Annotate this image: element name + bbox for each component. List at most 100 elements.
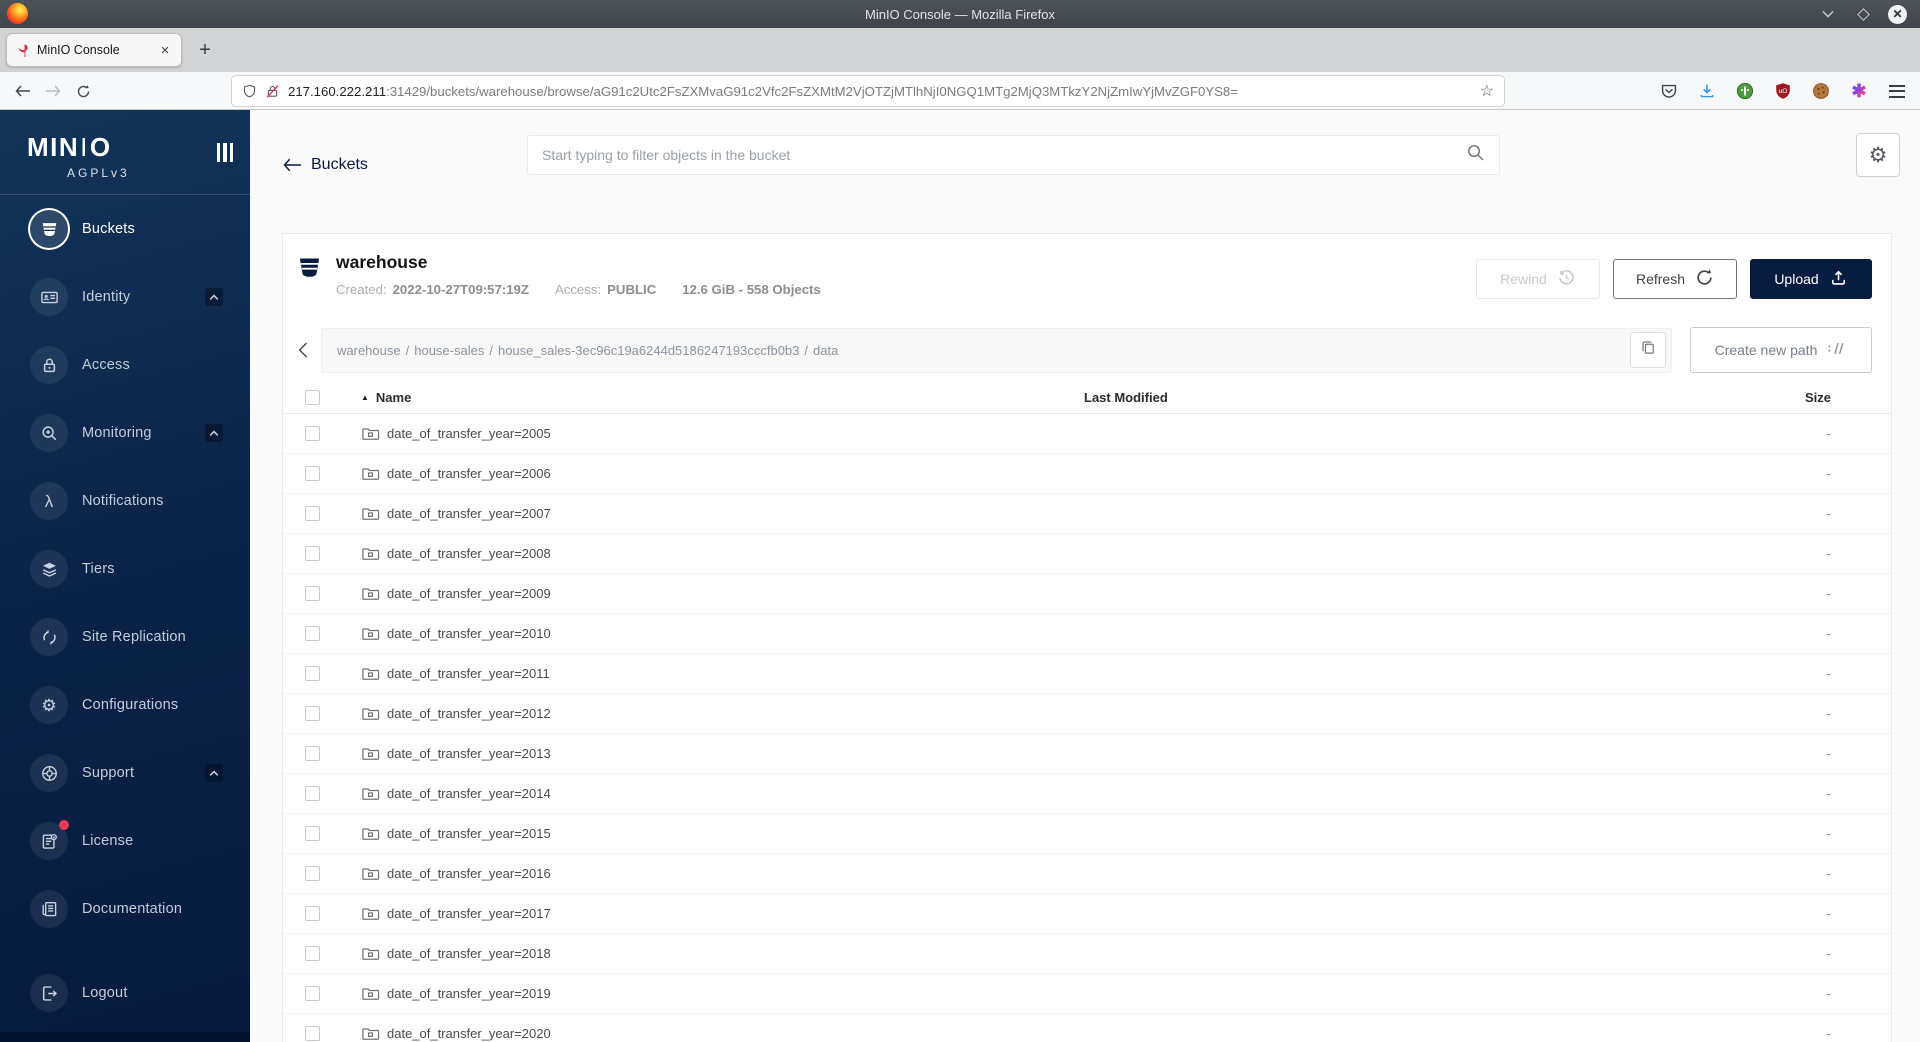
object-size: -: [1826, 986, 1831, 1001]
reload-icon[interactable]: [70, 78, 96, 104]
search-input[interactable]: [542, 147, 1466, 163]
row-checkbox[interactable]: [305, 506, 320, 521]
row-checkbox[interactable]: [305, 626, 320, 641]
row-checkbox[interactable]: [305, 746, 320, 761]
sidebar-item-site-replication[interactable]: Site Replication: [30, 618, 250, 656]
new-tab-button[interactable]: +: [192, 37, 218, 63]
row-checkbox[interactable]: [305, 906, 320, 921]
size-column-header[interactable]: Size: [1724, 390, 1891, 405]
table-row[interactable]: date_of_transfer_year=2010 -: [283, 614, 1891, 654]
sidebar-item-support[interactable]: Support: [30, 754, 250, 792]
sidebar-item-logout[interactable]: Logout: [30, 974, 250, 1012]
window-maximize-icon[interactable]: [1853, 4, 1873, 24]
sidebar-item-buckets[interactable]: Buckets: [30, 210, 250, 248]
chevron-up-icon[interactable]: [205, 424, 223, 442]
sidebar-collapse-icon[interactable]: [216, 143, 233, 162]
table-row[interactable]: date_of_transfer_year=2006 -: [283, 454, 1891, 494]
row-checkbox[interactable]: [305, 426, 320, 441]
replication-icon: [30, 618, 68, 656]
url-text[interactable]: 217.160.222.211:31429/buckets/warehouse/…: [288, 84, 1472, 99]
row-checkbox[interactable]: [305, 986, 320, 1001]
last-modified-column-header[interactable]: Last Modified: [1084, 390, 1724, 405]
logout-icon: [30, 974, 68, 1012]
row-checkbox[interactable]: [305, 1026, 320, 1041]
lock-icon: [30, 346, 68, 384]
table-row[interactable]: date_of_transfer_year=2012 -: [283, 694, 1891, 734]
breadcrumb-segment[interactable]: warehouse: [337, 343, 401, 358]
forward-icon[interactable]: [40, 78, 66, 104]
sort-asc-icon[interactable]: ▲: [361, 393, 369, 402]
object-name: date_of_transfer_year=2016: [387, 866, 551, 881]
chevron-up-icon[interactable]: [205, 764, 223, 782]
cookie-extension-icon[interactable]: [1810, 80, 1832, 102]
name-column-header[interactable]: Name: [376, 390, 411, 405]
sidebar-item-identity[interactable]: Identity: [30, 278, 250, 316]
sidebar-item-documentation[interactable]: Documentation: [30, 890, 250, 928]
sidebar-item-notifications[interactable]: λ Notifications: [30, 482, 250, 520]
table-row[interactable]: date_of_transfer_year=2007 -: [283, 494, 1891, 534]
object-name: date_of_transfer_year=2014: [387, 786, 551, 801]
table-row[interactable]: date_of_transfer_year=2018 -: [283, 934, 1891, 974]
table-row[interactable]: date_of_transfer_year=2017 -: [283, 894, 1891, 934]
sidebar-item-license[interactable]: License: [30, 820, 250, 860]
sidebar-item-label: Documentation: [82, 901, 183, 917]
object-name: date_of_transfer_year=2007: [387, 506, 551, 521]
row-checkbox[interactable]: [305, 666, 320, 681]
bookmark-star-icon[interactable]: ☆: [1480, 81, 1494, 101]
table-row[interactable]: date_of_transfer_year=2016 -: [283, 854, 1891, 894]
row-checkbox[interactable]: [305, 866, 320, 881]
sidebar-item-configurations[interactable]: ⚙ Configurations: [30, 686, 250, 724]
pocket-icon[interactable]: [1658, 80, 1680, 102]
row-checkbox[interactable]: [305, 826, 320, 841]
window-minimize-icon[interactable]: [1818, 4, 1838, 24]
table-row[interactable]: date_of_transfer_year=2015 -: [283, 814, 1891, 854]
table-row[interactable]: date_of_transfer_year=2008 -: [283, 534, 1891, 574]
privacy-badger-icon[interactable]: [1734, 80, 1756, 102]
back-icon[interactable]: [10, 78, 36, 104]
sidebar-item-tiers[interactable]: Tiers: [30, 550, 250, 588]
sidebar-item-access[interactable]: Access: [30, 346, 250, 384]
table-row[interactable]: date_of_transfer_year=2009 -: [283, 574, 1891, 614]
upload-button[interactable]: Upload: [1750, 259, 1872, 299]
sidebar-item-monitoring[interactable]: Monitoring: [30, 414, 250, 452]
downloads-icon[interactable]: [1696, 80, 1718, 102]
create-new-path-button[interactable]: Create new path: [1690, 327, 1872, 373]
breadcrumb-segment[interactable]: house_sales-3ec96c19a6244d5186247193cccf…: [498, 343, 799, 358]
table-row[interactable]: date_of_transfer_year=2011 -: [283, 654, 1891, 694]
object-size: -: [1826, 666, 1831, 681]
table-row[interactable]: date_of_transfer_year=2014 -: [283, 774, 1891, 814]
chevron-up-icon[interactable]: [205, 288, 223, 306]
rewind-button[interactable]: Rewind: [1476, 259, 1600, 299]
select-all-checkbox[interactable]: [305, 389, 320, 405]
table-row[interactable]: date_of_transfer_year=2013 -: [283, 734, 1891, 774]
insecure-lock-icon[interactable]: [265, 84, 280, 99]
row-checkbox[interactable]: [305, 706, 320, 721]
breadcrumb-segment[interactable]: house-sales: [414, 343, 484, 358]
ublock-origin-icon[interactable]: uO: [1772, 80, 1794, 102]
tab-close-icon[interactable]: ×: [155, 40, 175, 60]
table-row[interactable]: date_of_transfer_year=2019 -: [283, 974, 1891, 1014]
copy-path-button[interactable]: [1630, 332, 1666, 368]
back-to-buckets-link[interactable]: Buckets: [283, 156, 368, 174]
row-checkbox[interactable]: [305, 946, 320, 961]
row-checkbox[interactable]: [305, 586, 320, 601]
path-back-icon[interactable]: [289, 335, 319, 365]
settings-button[interactable]: ⚙: [1856, 133, 1900, 177]
url-bar[interactable]: 217.160.222.211:31429/buckets/warehouse/…: [232, 76, 1504, 106]
folder-icon: [361, 585, 380, 603]
row-checkbox[interactable]: [305, 786, 320, 801]
asterisk-extension-icon[interactable]: ✱: [1848, 80, 1870, 102]
table-row[interactable]: date_of_transfer_year=2005 -: [283, 414, 1891, 454]
row-checkbox[interactable]: [305, 466, 320, 481]
row-checkbox[interactable]: [305, 546, 320, 561]
browser-tab[interactable]: MinIO Console ×: [6, 33, 182, 67]
browser-toolbar: 217.160.222.211:31429/buckets/warehouse/…: [0, 72, 1920, 110]
window-close-icon[interactable]: ✕: [1888, 4, 1907, 24]
refresh-button[interactable]: Refresh: [1613, 259, 1737, 299]
shield-icon[interactable]: [242, 84, 257, 99]
sidebar-item-label: Configurations: [82, 697, 179, 713]
folder-icon: [361, 825, 380, 843]
table-row[interactable]: date_of_transfer_year=2020 -: [283, 1014, 1891, 1042]
menu-hamburger-icon[interactable]: [1886, 80, 1908, 102]
breadcrumb-segment[interactable]: data: [813, 343, 838, 358]
